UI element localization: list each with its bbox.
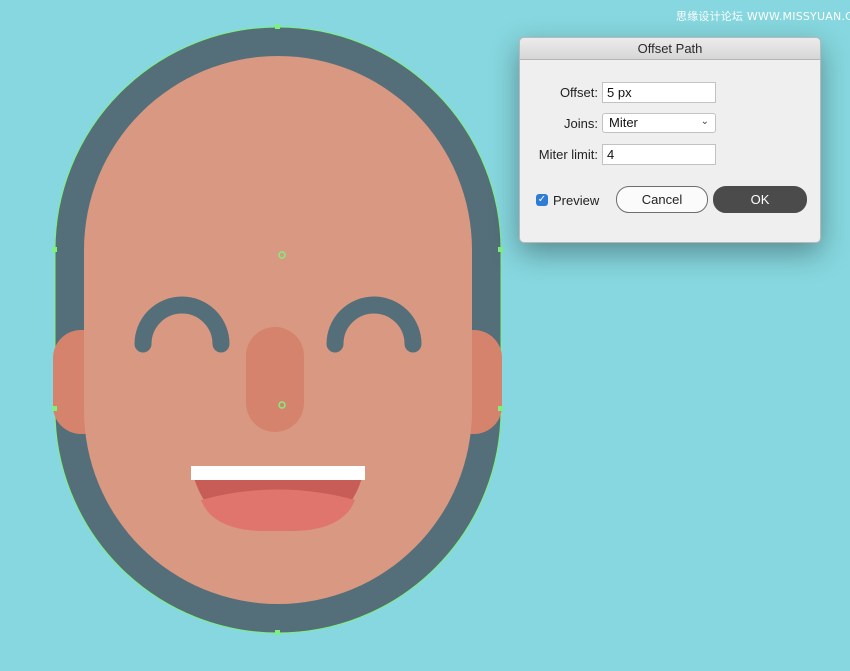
cancel-button[interactable]: Cancel — [616, 186, 708, 213]
anchor-left-lower — [52, 406, 57, 411]
offset-label: Offset: — [559, 85, 598, 100]
anchor-bottom — [275, 630, 280, 635]
preview-checkbox[interactable]: ✓ — [536, 194, 548, 206]
anchor-top — [275, 24, 280, 29]
watermark-text: 思缘设计论坛 WWW.MISSYUAN.COM — [676, 10, 850, 23]
anchor-left — [52, 247, 57, 252]
teeth — [191, 466, 365, 480]
nose[interactable] — [246, 327, 304, 432]
miter-limit-input[interactable]: 4 — [602, 144, 716, 165]
chevron-down-icon: ⌄ — [700, 116, 709, 127]
miter-limit-row: Miter limit: 4 — [520, 144, 820, 166]
center-point-forehead — [278, 251, 286, 259]
offset-path-dialog: Offset Path Offset: 5 px Joins: Miter ⌄ … — [519, 37, 821, 243]
offset-row: Offset: 5 px — [520, 82, 820, 104]
preview-label: Preview — [553, 193, 600, 208]
dialog-title[interactable]: Offset Path — [520, 38, 820, 60]
center-point-nose — [278, 401, 286, 409]
anchor-right — [498, 247, 503, 252]
offset-input[interactable]: 5 px — [602, 82, 716, 103]
joins-select[interactable]: Miter ⌄ — [602, 113, 716, 133]
miter-limit-label: Miter limit: — [538, 147, 598, 162]
ok-button[interactable]: OK — [713, 186, 807, 213]
joins-row: Joins: Miter ⌄ — [520, 113, 820, 135]
anchor-right-lower — [498, 406, 503, 411]
joins-selected-value: Miter — [609, 115, 638, 130]
joins-label: Joins: — [564, 116, 598, 131]
